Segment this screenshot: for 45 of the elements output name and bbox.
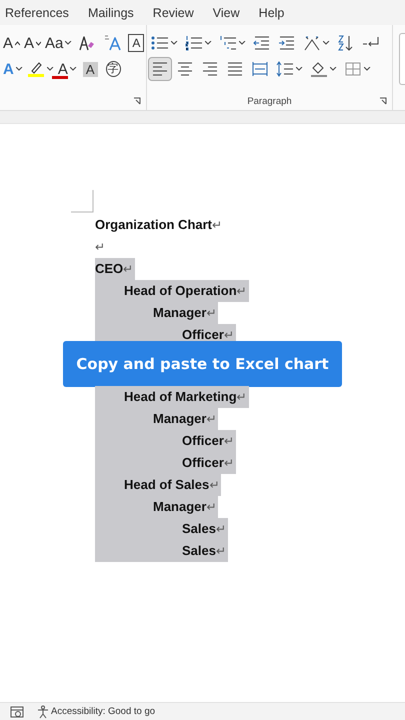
paragraph-tool-button[interactable] — [148, 57, 172, 81]
paragraph-icon — [278, 35, 296, 51]
font-tool-button[interactable]: A — [22, 31, 44, 55]
accessibility-icon[interactable] — [36, 704, 50, 718]
margin-corner-mark — [71, 190, 95, 214]
down-caret-icon — [36, 40, 42, 46]
accessibility-status[interactable]: Accessibility: Good to go — [51, 706, 156, 717]
document-line: Organization Chart↵ — [95, 216, 224, 234]
paragraph-icon — [201, 61, 219, 77]
macro-record-icon[interactable] — [10, 706, 24, 718]
ribbon-tab[interactable]: References — [5, 6, 69, 20]
font-tool-button[interactable]: 字 — [102, 57, 125, 81]
paragraph-icon — [176, 61, 194, 77]
paragraph-icon — [344, 61, 362, 77]
paragraph-icon — [276, 61, 294, 77]
paragraph-icon — [253, 35, 271, 51]
paragraph-icon — [219, 35, 237, 51]
group-label: Paragraph — [247, 96, 292, 106]
highlighter-icon — [26, 60, 45, 78]
dialog-launcher-icon[interactable] — [133, 97, 141, 105]
paragraph-icon — [151, 35, 169, 51]
font-tool-button[interactable]: A — [1, 31, 22, 55]
paragraph-icon — [185, 35, 203, 51]
ribbon-tab[interactable]: Review — [152, 6, 194, 20]
paragraph-icon — [151, 61, 169, 77]
text-effects-icon — [104, 34, 122, 52]
up-caret-icon — [15, 40, 20, 46]
paragraph-icon — [251, 61, 269, 77]
font-tool-button[interactable]: A — [1, 57, 25, 81]
font-tool-button[interactable]: Aa — [43, 31, 74, 55]
paragraph-icon — [310, 61, 328, 77]
ribbon-tab[interactable]: Mailings — [88, 6, 134, 20]
font-tool-button[interactable]: A — [78, 57, 102, 81]
font-tool-button[interactable]: A — [56, 57, 79, 81]
ribbon-tab[interactable]: View — [212, 6, 240, 20]
paragraph-icon — [226, 61, 244, 77]
document-line: ↵ — [95, 239, 106, 256]
paragraph-icon — [337, 35, 355, 51]
caption-banner: Copy and paste to Excel chart — [63, 341, 342, 387]
ribbon-tab[interactable]: Help — [258, 6, 284, 20]
paragraph-icon — [303, 35, 321, 51]
dialog-launcher-icon[interactable] — [379, 97, 387, 105]
font-color-bar — [52, 76, 68, 78]
clear-formatting-icon — [80, 36, 94, 51]
font-tool-button[interactable]: A — [126, 31, 146, 55]
